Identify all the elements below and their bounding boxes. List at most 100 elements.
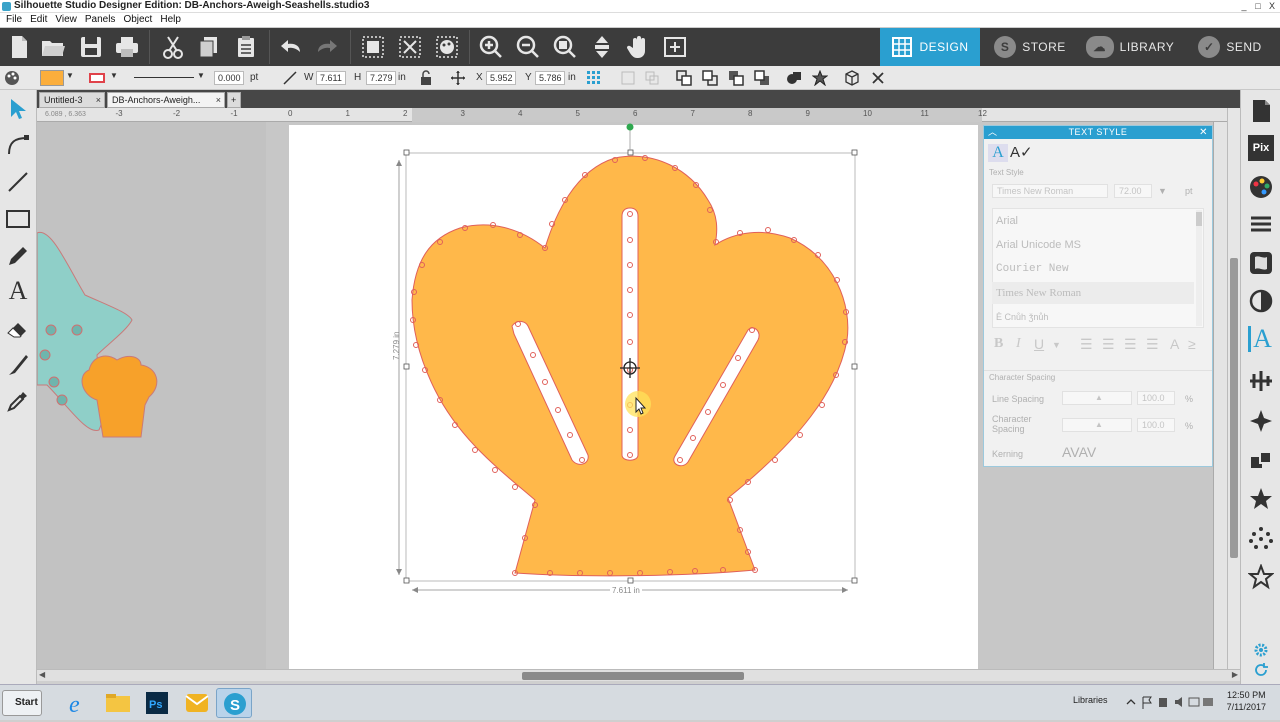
justify-icon[interactable]: ☰ [1146,336,1159,353]
paste-icon[interactable] [233,34,259,60]
align-left-icon[interactable]: ☰ [1080,336,1093,353]
chevron-down-icon[interactable]: ▼ [1052,340,1061,350]
menu-file[interactable]: File [3,13,27,27]
group-icon[interactable] [360,34,386,60]
zoom-out-icon[interactable] [515,34,541,60]
line-color-swatch[interactable] [89,73,105,83]
line-spacing-slider[interactable]: ▲ [1062,391,1132,405]
character-spacing-field[interactable]: 100.0 [1137,418,1175,432]
text-spacing-tab-icon[interactable]: A✓ [1010,144,1033,162]
release-compound-path-icon[interactable] [644,70,660,86]
font-item-arial-unicode[interactable]: Arial Unicode MS [992,234,1194,256]
line-width-field[interactable]: 0.000 [214,71,244,85]
shadow-contrast-icon[interactable] [1248,288,1274,314]
fill-panel-palette-icon[interactable] [1248,174,1274,200]
zoom-fit-icon[interactable] [552,34,578,60]
rectangle-tool-icon[interactable] [5,206,31,232]
menu-help[interactable]: Help [157,13,186,27]
resize-handle[interactable] [403,149,410,156]
system-clock[interactable]: 12:50 PM 7/11/2017 [1227,689,1266,713]
undo-icon[interactable] [278,34,304,60]
minimize-button[interactable]: _ [1238,0,1250,12]
print-icon[interactable] [114,34,140,60]
fill-tool-icon[interactable] [434,34,460,60]
outlook-icon[interactable] [178,688,214,718]
bold-button[interactable]: B [994,336,1003,352]
resize-handle[interactable] [627,149,634,156]
close-icon[interactable] [870,70,886,86]
rotate-handle[interactable] [626,123,634,131]
refresh-icon[interactable] [1253,662,1269,678]
y-position-field[interactable]: 5.786 [535,71,565,85]
star-library-icon[interactable] [1248,486,1274,512]
tab-db-anchors[interactable]: DB-Anchors-Aweigh... × [107,92,225,108]
font-item-times-new-roman[interactable]: Times New Roman [992,282,1194,304]
slider-handle-icon[interactable]: ▲ [1095,392,1103,404]
vertical-scroll-thumb[interactable] [1230,258,1238,558]
line-spacing-field[interactable]: 100.0 [1137,391,1175,405]
menu-object[interactable]: Object [120,13,157,27]
font-item-courier-new[interactable]: Courier New [992,258,1194,280]
zoom-in-icon[interactable] [478,34,504,60]
menu-panels[interactable]: Panels [82,13,121,27]
height-field[interactable]: 7.279 [366,71,396,85]
libraries-toolbar-label[interactable]: Libraries [1073,695,1108,705]
font-size-field[interactable]: 72.00 [1114,184,1152,198]
collapse-panel-icon[interactable]: ︿ [988,126,998,139]
eraser-tool-icon[interactable] [5,316,31,342]
horizontal-scrollbar[interactable]: ◀ ▶ [37,669,1240,681]
text-on-path-icon[interactable]: A [1170,336,1179,352]
text-tool-icon[interactable]: A [5,278,31,304]
send-to-back-icon[interactable] [702,70,718,86]
text-style-tab-icon[interactable]: A [988,144,1008,162]
3d-box-icon[interactable] [844,70,860,86]
replicate-panel-icon[interactable] [1248,448,1274,474]
seashell-selection[interactable] [390,120,870,600]
menu-edit[interactable]: Edit [27,13,52,27]
text-style-panel-header[interactable]: ︿ TEXT STYLE ✕ [984,126,1212,139]
starfish-and-shell-shapes[interactable] [37,225,167,440]
internet-explorer-icon[interactable]: e [60,688,96,718]
fill-pattern-icon[interactable] [1248,250,1274,276]
close-panel-icon[interactable]: ✕ [1199,126,1208,139]
bring-forward-icon[interactable] [728,70,744,86]
cut-icon[interactable] [160,34,186,60]
tab-send[interactable]: ✓ SEND [1180,28,1280,66]
photoshop-icon[interactable]: Ps [138,688,174,718]
align-right-icon[interactable]: ☰ [1124,336,1137,353]
font-list-scrollbar[interactable] [1196,210,1202,326]
resize-handle[interactable] [627,577,634,584]
open-folder-icon[interactable] [40,34,66,60]
line-style-sample[interactable] [134,77,194,78]
align-panel-icon[interactable] [1248,368,1274,394]
line-tool-icon[interactable] [5,169,31,195]
weld-icon[interactable] [786,70,802,86]
redo-icon[interactable] [314,34,340,60]
resize-handle[interactable] [851,363,858,370]
add-tab-button[interactable]: + [227,92,241,108]
tab-design[interactable]: DESIGN [880,28,980,66]
silhouette-studio-taskbar-button[interactable]: S [216,688,252,718]
close-tab-icon[interactable]: × [96,93,101,107]
tab-untitled-3[interactable]: Untitled-3 × [39,92,105,108]
favorite-star-outline-icon[interactable] [1248,564,1274,590]
trace-dots-icon[interactable] [1248,526,1274,552]
align-center-icon[interactable]: ☰ [1102,336,1115,353]
tab-store[interactable]: S STORE [980,28,1080,66]
pan-hand-icon[interactable] [626,34,652,60]
make-compound-path-icon[interactable] [620,70,636,86]
width-field[interactable]: 7.611 [316,71,346,85]
text-style-panel-icon[interactable]: A [1248,326,1274,352]
pixscan-icon[interactable]: Pix [1248,135,1274,161]
italic-button[interactable]: I [1016,336,1021,352]
add-page-icon[interactable] [662,34,688,60]
chevron-down-icon[interactable]: ▼ [1158,186,1167,196]
ungroup-icon[interactable] [397,34,423,60]
underline-button[interactable]: U [1034,336,1044,352]
transform-panel-icon[interactable] [1248,408,1274,434]
new-document-icon[interactable] [6,34,32,60]
chevron-down-icon[interactable]: ▼ [66,71,74,80]
scroll-right-arrow-icon[interactable]: ▶ [1232,670,1238,679]
reference-point-icon[interactable] [586,70,602,86]
file-explorer-icon[interactable] [100,688,136,718]
